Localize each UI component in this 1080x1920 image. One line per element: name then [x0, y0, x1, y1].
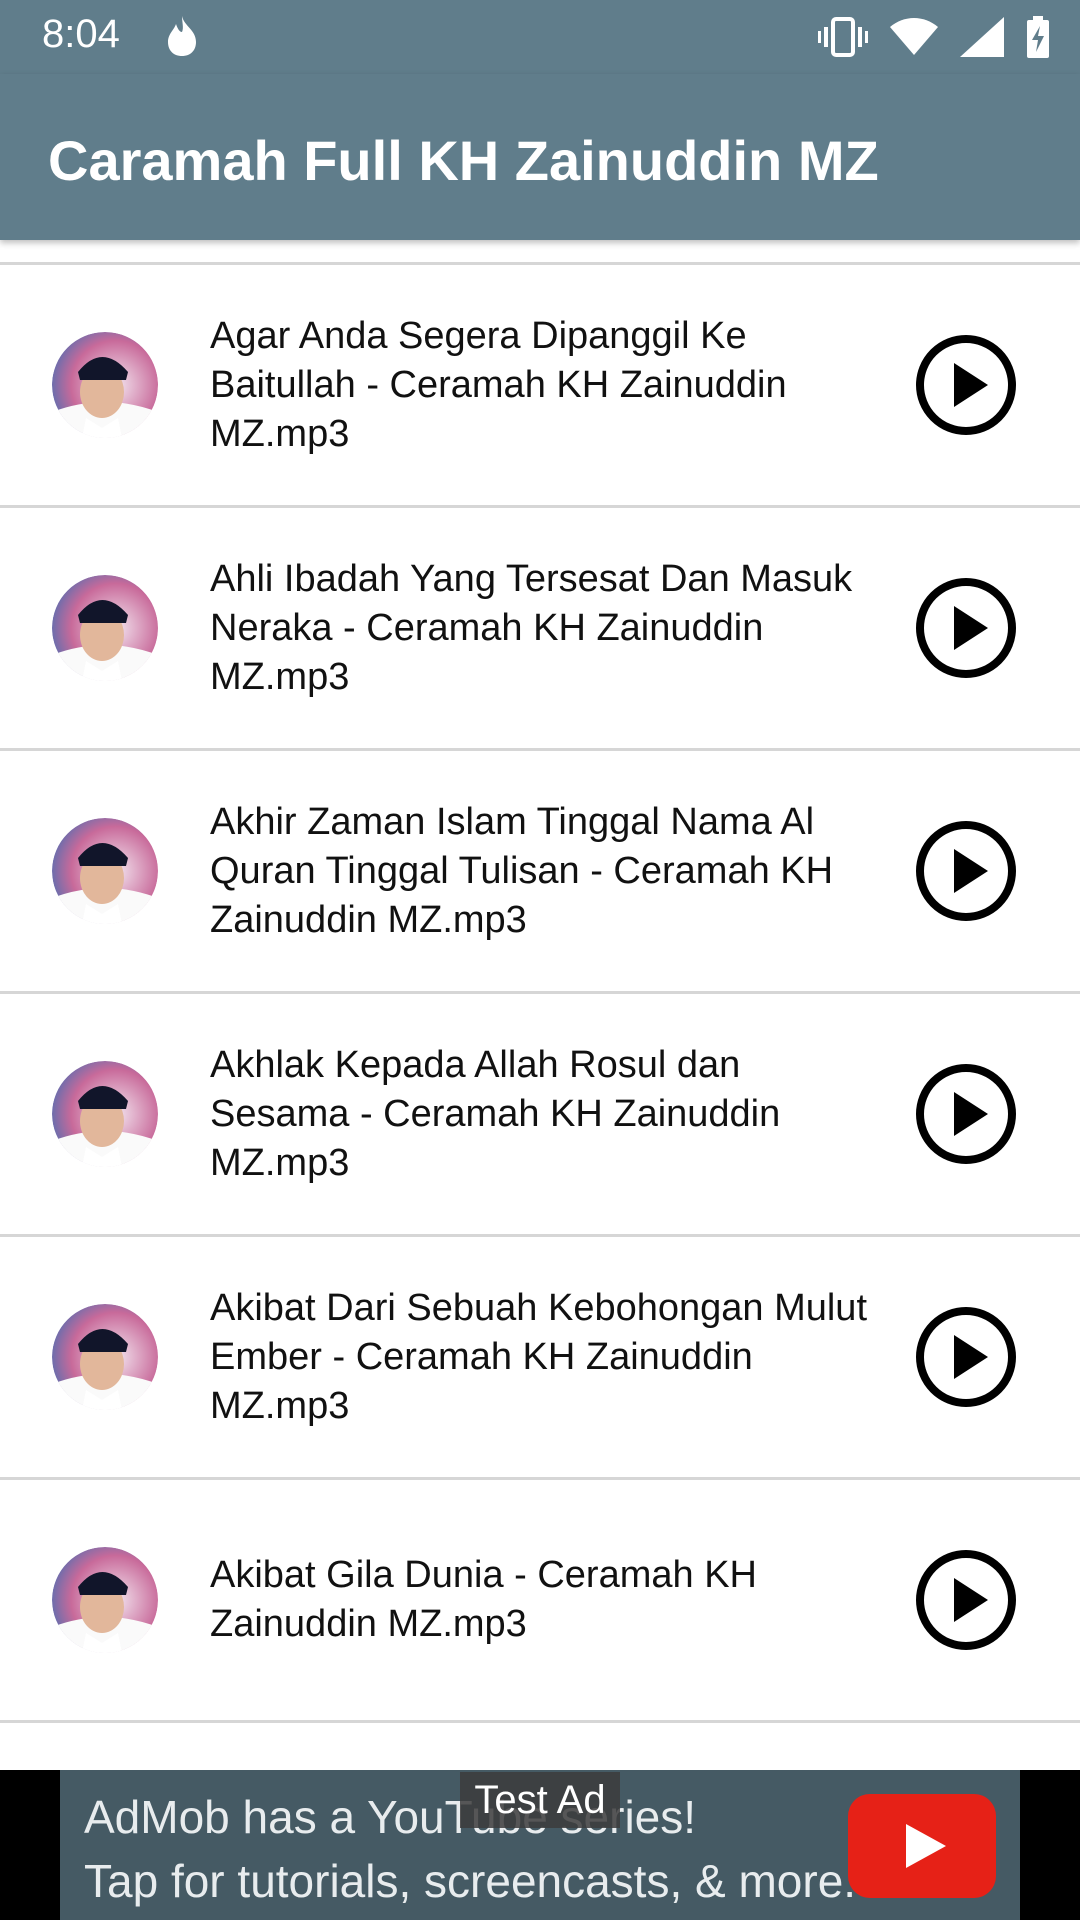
audio-list[interactable]: Agar Anda Segera Dipanggil Ke Baitullah … — [0, 240, 1080, 1770]
vibrate-icon — [818, 17, 868, 57]
play-circle-icon[interactable] — [914, 1548, 1018, 1652]
test-ad-badge: Test Ad — [460, 1772, 620, 1828]
play-circle-icon[interactable] — [914, 819, 1018, 923]
status-icons — [818, 14, 1050, 60]
play-circle-icon[interactable] — [914, 333, 1018, 437]
avatar — [52, 1304, 158, 1410]
list-item[interactable]: Akibat Dari Sebuah Kebohongan Mulut Embe… — [0, 1237, 1080, 1477]
list-item-title: Agar Anda Segera Dipanggil Ke Baitullah … — [210, 314, 787, 455]
list-item-title: Akhir Zaman Islam Tinggal Nama Al Quran … — [210, 800, 834, 941]
list-item[interactable]: Akhir Zaman Islam Tinggal Nama Al Quran … — [0, 751, 1080, 991]
flame-icon — [168, 16, 196, 56]
avatar — [52, 818, 158, 924]
app-title: Caramah Full KH Zainuddin MZ — [48, 129, 879, 192]
list-item[interactable]: Akibat Gila Dunia - Ceramah KH Zainuddin… — [0, 1480, 1080, 1720]
list-item-title: Ahli Ibadah Yang Tersesat Dan Masuk Nera… — [210, 557, 853, 698]
ad-subline: Tap for tutorials, screencasts, & more. — [84, 1855, 857, 1907]
play-circle-icon[interactable] — [914, 1062, 1018, 1166]
signal-icon — [960, 17, 1004, 57]
app-bar: Caramah Full KH Zainuddin MZ — [0, 74, 1080, 240]
avatar — [52, 1547, 158, 1653]
list-item[interactable]: Agar Anda Segera Dipanggil Ke Baitullah … — [0, 265, 1080, 505]
avatar — [52, 575, 158, 681]
play-circle-icon[interactable] — [914, 1305, 1018, 1409]
list-item[interactable]: Ahli Ibadah Yang Tersesat Dan Masuk Nera… — [0, 508, 1080, 748]
status-time: 8:04 — [42, 12, 120, 56]
status-bar: 8:04 — [0, 0, 1080, 74]
list-item-title: Akibat Dari Sebuah Kebohongan Mulut Embe… — [210, 1286, 868, 1427]
list-item[interactable]: Akhlak Kepada Allah Rosul dan Sesama - C… — [0, 994, 1080, 1234]
list-divider — [0, 1720, 1080, 1723]
avatar — [52, 332, 158, 438]
youtube-play-icon[interactable] — [848, 1794, 996, 1898]
list-item-title: Akibat Gila Dunia - Ceramah KH Zainuddin… — [210, 1554, 757, 1645]
avatar — [52, 1061, 158, 1167]
battery-charging-icon — [1027, 16, 1049, 58]
list-item-title: Akhlak Kepada Allah Rosul dan Sesama - C… — [210, 1043, 781, 1184]
wifi-icon — [890, 18, 938, 55]
play-circle-icon[interactable] — [914, 576, 1018, 680]
